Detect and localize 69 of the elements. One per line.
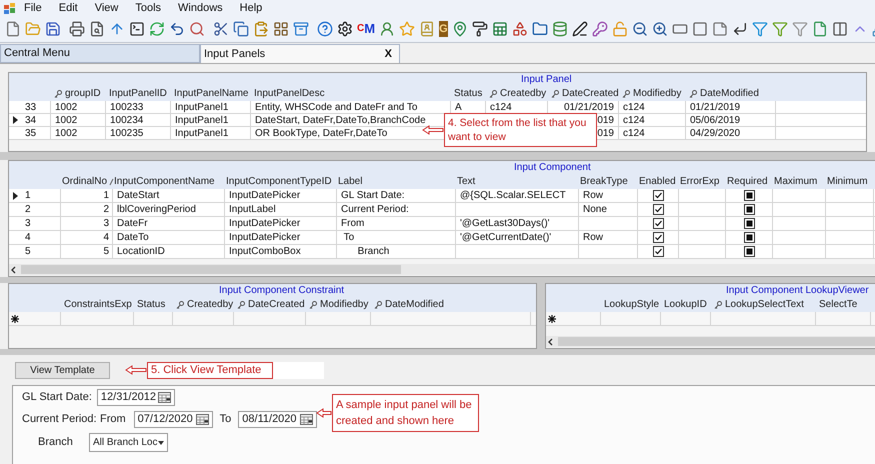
table-cell: 2 xyxy=(25,203,31,216)
panel-title: Input Component xyxy=(514,161,591,175)
table-cell: 05/06/2019 xyxy=(690,114,740,126)
table-cell: InputPanel1 xyxy=(175,127,228,139)
field-label: From xyxy=(100,412,126,428)
table-cell: 4 xyxy=(103,231,109,244)
table-cell: c124 xyxy=(623,114,645,126)
table-cell: 5 xyxy=(25,245,31,258)
table-cell: 35 xyxy=(25,127,36,139)
table-cell-text: Branch xyxy=(356,245,390,258)
table-cell: DateStart xyxy=(117,189,160,202)
panel-title: Input Component Constraint xyxy=(219,284,344,298)
table-cell: 100234 xyxy=(110,114,144,126)
table-cell: 33 xyxy=(25,101,36,113)
table-cell: c124 xyxy=(623,127,645,139)
table-cell: GL Start Date: xyxy=(341,189,405,202)
table-cell: 1 xyxy=(25,189,31,202)
table-cell: 4 xyxy=(25,231,31,244)
table-cell: Row xyxy=(583,231,604,244)
table-cell: InputComboBox xyxy=(229,245,301,258)
table-cell: 01/21/2019 xyxy=(564,101,614,113)
table-cell: 04/29/2020 xyxy=(690,127,740,139)
table-cell: 1002 xyxy=(55,114,78,126)
table-cell: InputDatePicker xyxy=(229,217,300,230)
table-cell: 019 xyxy=(597,127,614,139)
table-cell: 3 xyxy=(25,217,31,230)
table-cell: DateStart, DateFr,DateTo,BranchCode xyxy=(255,114,426,126)
table-cell: A xyxy=(455,101,462,113)
field-label: Current Period: xyxy=(22,412,98,428)
table-cell: InputDatePicker xyxy=(229,231,300,244)
table-cell: LocationID xyxy=(117,245,165,258)
instruction-callout: 5. Click View Template xyxy=(147,362,324,378)
table-cell: 1002 xyxy=(55,101,78,113)
panel-title: Input Panel xyxy=(521,73,572,87)
table-cell: lblCoveringPeriod xyxy=(117,203,196,216)
table-cell: 5 xyxy=(103,245,109,258)
table-cell: c124 xyxy=(623,101,645,113)
table-cell: c124 xyxy=(490,101,512,113)
table-cell: 3 xyxy=(103,217,109,230)
table-cell: Row xyxy=(583,189,604,202)
table-cell: 01/21/2019 xyxy=(690,101,740,113)
table-cell: '@GetCurrentDate()' xyxy=(460,231,552,244)
table-cell-text: To xyxy=(342,231,354,244)
table-cell: @{SQL.Scalar.SELECT xyxy=(460,189,566,202)
table-cell: 2 xyxy=(103,203,109,216)
table-cell: InputPanel1 xyxy=(175,114,228,126)
table-cell: Entity, WHSCode and DateFr and To xyxy=(255,101,418,113)
instruction-callout: A sample input panel will be created and shown here xyxy=(332,394,479,432)
table-cell: 019 xyxy=(597,114,614,126)
table-cell: 34 xyxy=(25,114,36,126)
table-cell: 100235 xyxy=(110,127,144,139)
table-cell: '@GetLast30Days()' xyxy=(460,217,550,230)
panel-title: Input Component LookupViewer xyxy=(726,284,869,298)
table-cell: OR BookType, DateFr,DateTo xyxy=(255,127,388,139)
table-cell: InputLabel xyxy=(229,203,276,216)
table-cell: None xyxy=(583,203,607,216)
field-label: To xyxy=(220,412,232,428)
table-cell: DateFr xyxy=(117,217,148,230)
table-cell: InputDatePicker xyxy=(229,189,300,202)
table-cell: Current Period: xyxy=(341,203,409,216)
table-cell: 100233 xyxy=(110,101,144,113)
table-cell: 1002 xyxy=(55,127,78,139)
instruction-tooltip: 4. Select from the list that you want to view xyxy=(444,113,597,147)
field-label: GL Start Date: xyxy=(22,390,92,406)
table-cell: From xyxy=(341,217,364,230)
field-label: Branch xyxy=(38,435,74,450)
table-cell: InputPanel1 xyxy=(175,101,228,113)
table-cell: DateTo xyxy=(117,231,149,244)
table-cell: 1 xyxy=(103,189,109,202)
